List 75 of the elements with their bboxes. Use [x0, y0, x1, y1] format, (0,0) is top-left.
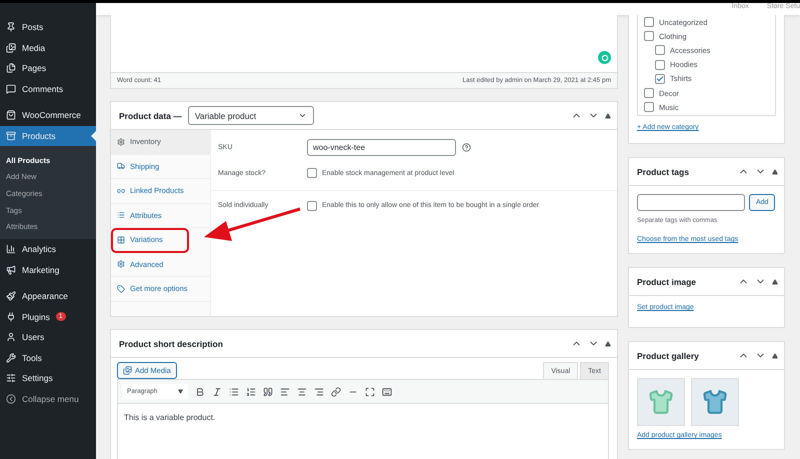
- media-icon: [123, 366, 132, 375]
- menu-item[interactable]: Marketing: [0, 259, 96, 280]
- category-checkbox[interactable]: [655, 60, 665, 70]
- toggle-panel-icon[interactable]: [772, 278, 778, 284]
- tab-icon: [117, 138, 125, 146]
- gallery-thumbnail[interactable]: [691, 378, 739, 426]
- caret-icon: [178, 389, 183, 394]
- panel-title: Product tags: [637, 166, 689, 176]
- tab-icon: [117, 284, 125, 293]
- quote-icon[interactable]: [263, 386, 273, 396]
- numbered-list-icon[interactable]: [246, 386, 256, 396]
- tab-icon: [117, 260, 125, 268]
- menu-item[interactable]: Tools: [0, 347, 96, 368]
- help-icon[interactable]: [462, 142, 471, 152]
- option-checkbox[interactable]: [307, 168, 317, 178]
- panel-title: Product gallery: [637, 350, 699, 360]
- menu-item[interactable]: Media: [0, 38, 96, 58]
- panel-title: Product data —: [119, 110, 182, 120]
- menu-item[interactable]: Comments: [0, 78, 96, 99]
- category-checkbox[interactable]: [644, 17, 654, 28]
- toggle-panel-icon[interactable]: [772, 352, 778, 358]
- category-checkbox[interactable]: [644, 102, 654, 112]
- menu-icon: [6, 312, 16, 322]
- menu-icon: [6, 291, 16, 302]
- menu-icon: [6, 373, 16, 384]
- panel-title: Product short description: [119, 338, 223, 348]
- menu-icon: [6, 352, 16, 363]
- align-left-icon[interactable]: [280, 386, 290, 396]
- menu-icon: [6, 332, 16, 342]
- align-right-icon[interactable]: [314, 386, 324, 396]
- tab-icon: [117, 211, 125, 220]
- description-text[interactable]: This is a variable product.: [117, 404, 609, 459]
- menu-item[interactable]: Products: [0, 126, 96, 146]
- menu-icon: [6, 22, 16, 32]
- link-icon[interactable]: [331, 386, 341, 396]
- sku-field[interactable]: woo-vneck-tee: [307, 138, 456, 156]
- category-checkbox[interactable]: [644, 31, 654, 42]
- menu-icon: [6, 42, 16, 53]
- toggle-panel-icon[interactable]: [772, 168, 778, 174]
- align-center-icon[interactable]: [297, 386, 307, 396]
- bold-icon[interactable]: [195, 386, 205, 396]
- menu-icon: [6, 84, 16, 94]
- category-checkbox[interactable]: [655, 74, 665, 84]
- collapse-menu[interactable]: Collapse menu: [0, 388, 96, 409]
- menu-icon: [6, 63, 16, 74]
- collapse-icon: [6, 394, 16, 404]
- menu-icon: [6, 244, 16, 254]
- tshirt-icon: [702, 389, 728, 415]
- menu-item[interactable]: Users: [0, 326, 96, 348]
- tab-icon: [117, 236, 125, 244]
- italic-icon[interactable]: [212, 386, 222, 396]
- menu-icon: [6, 110, 16, 120]
- bullet-list-icon[interactable]: [229, 386, 239, 396]
- menu-item[interactable]: Posts: [0, 17, 96, 38]
- fullscreen-icon[interactable]: [365, 386, 375, 396]
- tag-input-field[interactable]: [637, 194, 745, 211]
- category-checkbox[interactable]: [644, 88, 654, 98]
- option-checkbox[interactable]: [307, 200, 317, 210]
- product-type-select[interactable]: Variable product: [188, 106, 314, 125]
- menu-icon: [6, 264, 16, 275]
- toggle-panel-icon[interactable]: [605, 340, 611, 346]
- tab-icon: [117, 186, 125, 195]
- menu-item[interactable]: Pages: [0, 58, 96, 78]
- toggle-panel-icon[interactable]: [605, 112, 611, 118]
- menu-item[interactable]: WooCommerce: [0, 105, 96, 126]
- tab-icon: [117, 162, 125, 170]
- menu-icon: [6, 130, 16, 141]
- menu-item[interactable]: Settings: [0, 368, 96, 388]
- caret-icon: [298, 111, 307, 120]
- category-checkbox[interactable]: [655, 45, 665, 56]
- menu-item[interactable]: Appearance: [0, 286, 96, 306]
- gallery-thumbnail[interactable]: [637, 378, 685, 426]
- menu-item[interactable]: Analytics: [0, 238, 96, 260]
- panel-title: Product image: [637, 276, 696, 286]
- tshirt-icon: [648, 389, 674, 415]
